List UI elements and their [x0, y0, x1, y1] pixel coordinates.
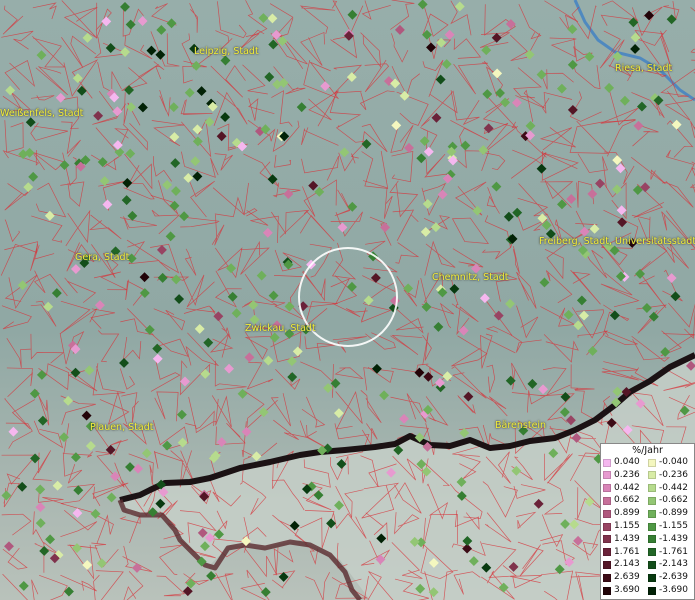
city-label-plauen: Plauen, Stadt: [90, 422, 154, 433]
legend-entry-negative: -1.439: [648, 534, 688, 545]
legend-swatch: [648, 509, 656, 518]
legend-swatch: [648, 471, 656, 480]
legend-entry-negative: -0.236: [648, 470, 688, 481]
legend-swatch: [603, 471, 611, 480]
legend-entry-positive: 1.439: [603, 534, 640, 545]
map-canvas[interactable]: [0, 0, 695, 600]
legend-swatch: [648, 458, 656, 467]
legend-entry-positive: 2.143: [603, 559, 640, 570]
legend-label: 3.690: [614, 585, 640, 595]
legend-label: 2.639: [614, 572, 640, 583]
legend-swatch: [648, 496, 656, 505]
legend-label: 2.143: [614, 559, 640, 570]
legend-swatch: [603, 484, 611, 493]
legend-swatch: [603, 496, 611, 505]
legend-label: 0.040: [614, 457, 640, 467]
legend-entry-negative: -2.143: [648, 559, 688, 570]
legend-label: -0.899: [659, 508, 689, 519]
legend-label: 0.899: [614, 508, 640, 519]
legend-label: -2.143: [659, 559, 689, 570]
legend-swatch: [603, 509, 611, 518]
legend-entry-positive: 0.442: [603, 483, 640, 494]
legend-title: %/Jahr: [632, 445, 663, 456]
legend-label: -3.690: [659, 585, 689, 595]
legend-label: -1.439: [659, 533, 689, 544]
legend-swatch: [648, 522, 656, 531]
legend-label: 1.439: [614, 533, 640, 544]
legend-label: -2.639: [659, 572, 689, 583]
legend-label: -1.761: [659, 546, 689, 557]
legend-swatch: [648, 586, 656, 595]
legend-swatch: [603, 535, 611, 544]
legend-label: 0.442: [614, 482, 640, 493]
legend-label: -0.040: [659, 457, 689, 467]
legend-label: -0.236: [659, 469, 689, 480]
legend-label: -1.155: [659, 521, 689, 531]
legend-entry-negative: -0.442: [648, 483, 688, 494]
legend-entry-positive: 0.662: [603, 495, 640, 506]
city-label-freiberg: Freiberg, Stadt, Universitätsstadt: [539, 236, 695, 247]
legend-entry-positive: 1.155: [603, 521, 640, 532]
city-label-riesa: Riesa, Stadt: [615, 63, 673, 74]
legend-swatch: [603, 586, 611, 595]
legend-entry-positive: 0.236: [603, 470, 640, 481]
city-label-weissenfels: Weißenfels, Stadt: [0, 108, 84, 119]
legend-swatch: [603, 522, 611, 531]
legend-entry-negative: -3.690: [648, 585, 688, 596]
legend-entry-negative: -0.899: [648, 508, 688, 519]
legend-swatch: [603, 548, 611, 557]
legend-swatch: [603, 573, 611, 582]
legend-entry-positive: 1.761: [603, 547, 640, 558]
legend-entry-positive: 2.639: [603, 572, 640, 583]
legend-entry-negative: -1.761: [648, 547, 688, 558]
city-label-zwickau: Zwickau, Stadt: [245, 323, 316, 334]
legend-label: 1.155: [614, 521, 640, 531]
city-label-gera: Gera, Stadt: [75, 252, 130, 263]
legend-swatch: [648, 535, 656, 544]
legend-label: 0.662: [614, 495, 640, 506]
city-label-baerenstein: Bärenstein: [495, 420, 547, 431]
legend-entry-negative: -1.155: [648, 521, 688, 532]
legend-label: 0.236: [614, 469, 640, 480]
legend-entry-negative: -2.639: [648, 572, 688, 583]
legend-label: -0.662: [659, 495, 689, 506]
legend-swatch: [648, 548, 656, 557]
legend-swatch: [648, 484, 656, 493]
legend-swatch: [648, 560, 656, 569]
legend-entry-negative: -0.662: [648, 495, 688, 506]
legend-label: 1.761: [614, 546, 640, 557]
legend-entry-negative: -0.040: [648, 457, 688, 468]
legend-swatch: [648, 573, 656, 582]
legend-swatch: [603, 560, 611, 569]
legend-label: -0.442: [659, 482, 689, 493]
city-label-leipzig: Leipzig, Stadt: [194, 46, 259, 57]
city-label-chemnitz: Chemnitz, Stadt: [432, 272, 509, 283]
legend-swatch: [603, 458, 611, 467]
legend-entry-positive: 0.899: [603, 508, 640, 519]
legend: %/Jahr 0.040 -0.040 0.236 -0.236 0.442 -0.442…: [600, 443, 695, 600]
legend-entry-positive: 0.040: [603, 457, 640, 468]
legend-entry-positive: 3.690: [603, 585, 640, 596]
